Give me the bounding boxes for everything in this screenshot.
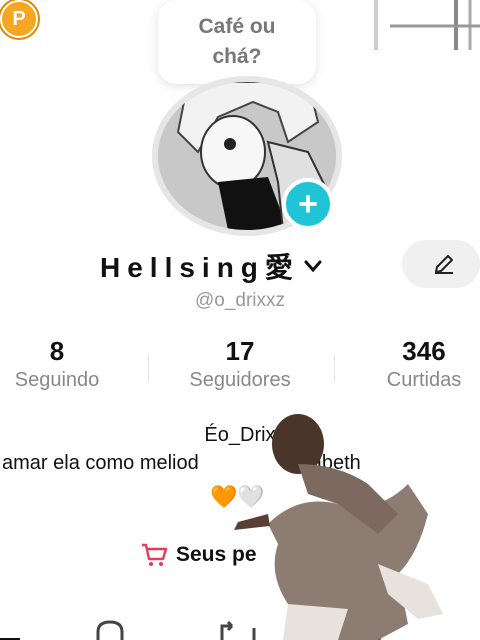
cart-icon <box>142 543 168 566</box>
note-line-1: Café ou <box>198 15 276 38</box>
stat-value: 8 <box>49 336 65 366</box>
stat-following[interactable]: 8 Seguindo <box>0 336 114 392</box>
stat-followers[interactable]: 17 Seguidores <box>170 336 310 392</box>
stat-label: Seguidores <box>189 369 291 391</box>
stat-value: 17 <box>225 336 255 366</box>
profile-stats: 8 Seguindo 17 Seguidores 346 Curtidas <box>0 336 480 406</box>
edit-profile-button[interactable] <box>402 240 480 288</box>
lock-icon[interactable] <box>96 620 124 640</box>
stat-label: Seguindo <box>14 369 100 391</box>
stat-divider <box>334 356 335 382</box>
note-line-2: chá? <box>212 45 262 68</box>
stat-divider <box>148 356 149 382</box>
chevron-down-icon <box>304 260 322 273</box>
display-name: Hellsing愛 <box>100 252 300 283</box>
stat-likes[interactable]: 346 Curtidas <box>370 336 478 392</box>
coin-badge[interactable]: P <box>0 0 38 38</box>
username-handle: @o_drixxz <box>194 290 286 311</box>
add-story-button[interactable]: + <box>282 178 334 230</box>
pencil-icon <box>435 255 453 274</box>
dancing-person-overlay <box>234 414 443 640</box>
profile-name-row[interactable]: Hellsing愛 <box>100 246 324 286</box>
note-bubble[interactable]: Café ou chá? <box>158 0 316 84</box>
bio-text-left: i amar ela como meliod <box>0 452 199 474</box>
stat-value: 346 <box>402 336 446 366</box>
stat-label: Curtidas <box>386 369 462 391</box>
coin-letter: P <box>12 7 26 30</box>
window-lines-decoration <box>374 0 480 50</box>
plus-icon: + <box>298 185 318 223</box>
